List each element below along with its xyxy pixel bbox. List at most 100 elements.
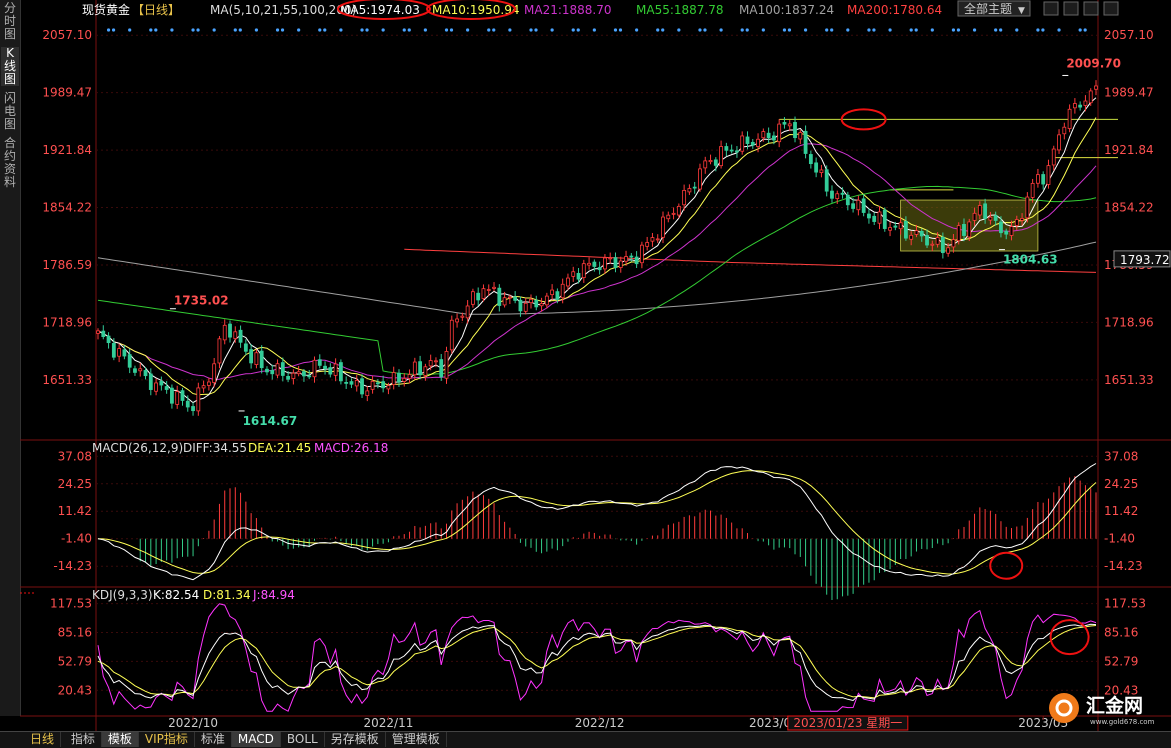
candle-body [471,291,475,305]
candle-body [766,132,771,139]
candle-body [117,348,122,357]
candle-body [375,382,380,385]
candle-body [286,376,290,380]
price-ytick-right-3: 1854.22 [1104,201,1154,215]
gold678-logo: 汇金网 www.gold678.com [1049,693,1155,726]
macd-ytick-left-4: -14.23 [53,559,92,573]
price-ytick-left-6: 1651.33 [42,373,92,387]
candle-body [539,303,544,307]
candle-body [143,370,148,377]
bottom-tab-7[interactable]: 管理模板 [386,732,447,747]
bottom-tab-1[interactable]: 模板 [101,732,139,747]
candle-body [1036,174,1040,184]
candle-body [544,295,549,306]
candle-body [576,272,581,280]
candle-body [180,390,185,401]
candle-body [798,132,803,140]
macd-ytick-right-2: 11.42 [1104,504,1138,518]
candle-body [650,237,655,242]
price-ytick-left-5: 1718.96 [42,315,92,329]
candle-body [370,380,375,390]
event-dot [656,28,660,32]
event-dot [719,28,723,32]
close-icon [1103,1,1119,16]
macd-diff-line [97,463,1097,581]
candle-body [566,277,570,287]
candle-body [449,319,454,351]
candle-body [814,162,819,173]
kdj-ytick-left-2: 52.79 [58,654,92,668]
left-tab-3[interactable]: 合约资料 [1,137,19,189]
event-dot [1078,28,1082,32]
candle-body [687,188,692,193]
bottom-tab-3[interactable]: 标准 [195,732,232,747]
candle-body [360,378,364,395]
candle-body [249,349,254,364]
candle-body [608,257,613,260]
price-annotation-1: 1614.67 [243,414,298,428]
ma200-line [404,248,1097,273]
left-tab-2[interactable]: 闪电图 [1,92,19,131]
settings-icon [1043,1,1059,16]
price-annotation-3: 2009.70 [1066,56,1121,70]
candle-body [513,296,518,301]
candle-body [386,385,391,390]
candle-body [423,366,428,376]
candle-body [497,287,502,306]
candle-body [280,362,285,376]
bottom-tab-5[interactable]: BOLL [281,732,325,747]
event-dot [613,28,618,32]
candle-body [703,160,708,169]
left-tab-0[interactable]: 分时图 [1,2,19,41]
candle-body [967,221,972,238]
candle-body [465,305,470,319]
candle-body [914,230,919,235]
event-dot [191,28,195,32]
event-dot [128,28,132,32]
event-dot [872,28,876,32]
event-dot [867,28,871,32]
kdj-ytick-right-0: 117.53 [1104,597,1146,611]
event-dot [830,28,834,32]
chart-canvas[interactable]: 现货黄金 【日线】 MA(5,10,21,55,100,200)MA5:1974.0… [20,0,1171,731]
candle-body [323,365,327,370]
candle-body [661,216,665,238]
candle-body [581,263,586,278]
bottom-tab-2[interactable]: VIP指标 [139,732,195,747]
event-dot [154,28,158,32]
macd-ytick-right-3: -1.40 [1104,532,1135,546]
macd-ytick-right-0: 37.08 [1104,449,1138,463]
candle-body [206,381,211,386]
bottom-tab-4[interactable]: MACD [231,732,281,747]
candle-body [919,230,924,237]
candle-body [613,257,618,268]
candle-body [803,130,808,154]
candle-body [476,292,481,301]
candle-body [618,260,623,268]
candle-body [1088,90,1093,104]
event-dot [238,28,242,32]
candle-body [101,330,106,338]
event-dot [492,28,496,32]
candle-body [185,400,190,408]
candle-body [988,216,993,221]
left-tab-1[interactable]: K线图 [1,47,19,86]
candle-body [196,387,201,412]
event-dot [571,28,575,32]
kdj-d: D:81.34 [203,588,251,602]
candle-body [877,211,882,224]
candle-body [333,363,338,376]
macd-ytick-right-1: 24.25 [1104,477,1138,491]
period-label[interactable]: 日线 [0,732,62,747]
kdj-ytick-left-0: 117.53 [50,597,92,611]
event-dot [233,28,237,32]
event-dot [661,28,665,32]
candle-body [1083,100,1088,106]
candle-body [708,160,713,163]
event-dot [803,28,808,32]
event-dot [1041,28,1045,32]
kdj-ytick-right-2: 52.79 [1104,654,1138,668]
bottom-tab-0[interactable]: 指标 [65,732,102,747]
bottom-tab-6[interactable]: 另存模板 [325,732,386,747]
candle-body [724,146,729,151]
